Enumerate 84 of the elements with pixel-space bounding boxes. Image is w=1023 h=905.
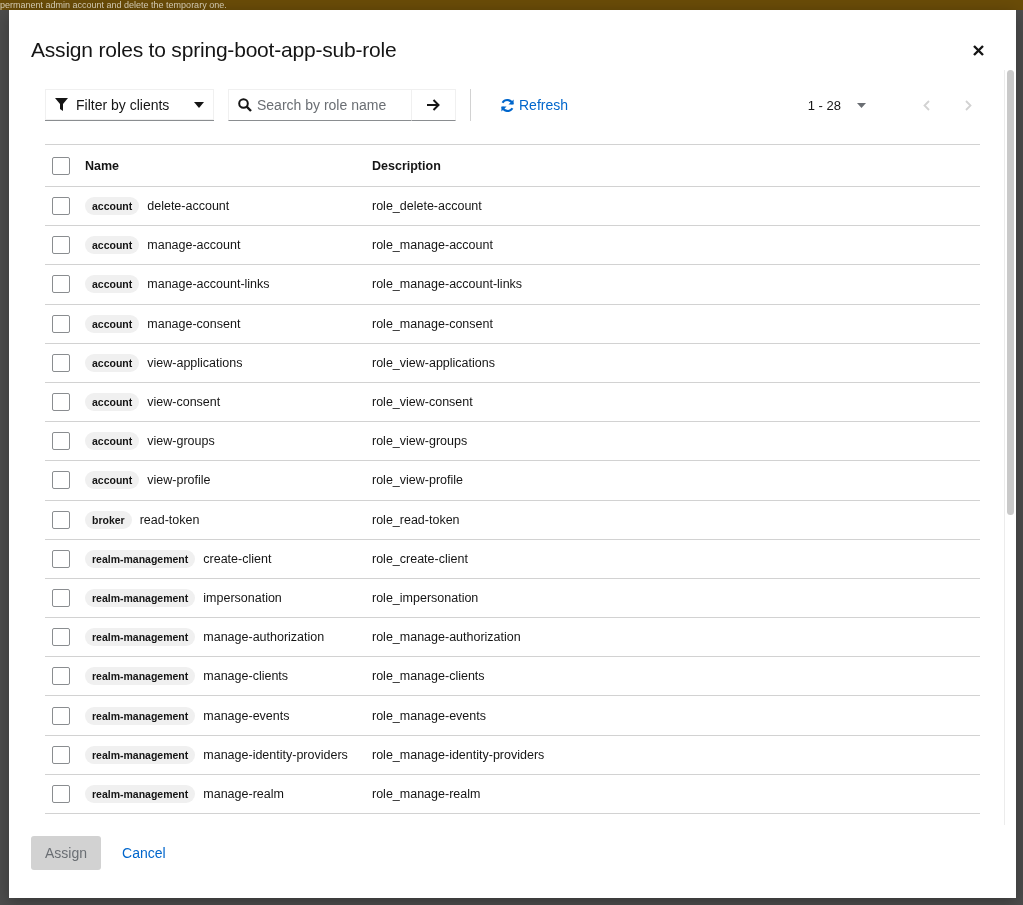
arrow-right-icon	[427, 99, 440, 111]
pagination-range-dropdown[interactable]: 1 - 28	[807, 97, 866, 113]
banner-text: permanent admin account and delete the temporary one.	[0, 0, 227, 10]
search-field[interactable]: Search by role name	[228, 89, 412, 121]
client-tag: account	[85, 314, 140, 333]
role-name: manage-events	[203, 708, 290, 723]
role-description: role_manage-consent	[372, 316, 494, 331]
client-tag: account	[85, 197, 140, 216]
role-name: manage-consent	[147, 316, 241, 331]
role-description: role_create-client	[372, 551, 469, 566]
cancel-button[interactable]: Cancel	[106, 835, 182, 870]
chevron-right-icon	[964, 99, 972, 111]
role-description: role_manage-account	[372, 238, 494, 253]
role-description: role_manage-identity-providers	[372, 747, 546, 762]
row-checkbox[interactable]	[52, 314, 70, 333]
row-checkbox[interactable]	[52, 784, 70, 803]
role-name: create-client	[203, 551, 272, 566]
refresh-icon	[500, 97, 515, 113]
role-description: role_manage-clients	[372, 669, 486, 684]
column-header[interactable]: Name	[85, 158, 372, 173]
caret-icon	[194, 101, 204, 108]
role-description: role_view-profile	[372, 473, 464, 488]
role-name: manage-identity-providers	[203, 747, 348, 762]
search-submit-button[interactable]	[412, 89, 456, 121]
role-name: manage-authorization	[203, 630, 325, 645]
role-description: role_manage-realm	[372, 786, 482, 801]
row-checkbox[interactable]	[52, 393, 70, 412]
client-tag: account	[85, 275, 140, 294]
client-tag: account	[85, 471, 140, 490]
row-checkbox[interactable]	[52, 353, 70, 372]
role-name: view-profile	[147, 473, 211, 488]
row-checkbox[interactable]	[52, 432, 70, 451]
role-name: view-consent	[147, 395, 221, 410]
close-icon	[973, 44, 984, 56]
row-checkbox[interactable]	[52, 588, 70, 607]
role-description: role_manage-events	[372, 708, 487, 723]
role-description: role_view-applications	[372, 355, 496, 370]
client-tag: realm-management	[85, 784, 196, 803]
modal-title: Assign roles to spring-boot-app-sub-role	[31, 38, 397, 62]
client-tag: realm-management	[85, 628, 196, 647]
role-name: view-groups	[147, 434, 215, 449]
role-name: delete-account	[147, 199, 230, 214]
client-tag: broker	[85, 510, 132, 529]
role-name: read-token	[139, 512, 200, 527]
role-name: view-applications	[147, 355, 243, 370]
row-checkbox[interactable]	[52, 471, 70, 490]
select-all-checkbox[interactable]	[52, 156, 70, 175]
filter-dropdown[interactable]: Filter by clients	[45, 89, 214, 121]
chevron-left-icon	[922, 99, 930, 111]
row-checkbox[interactable]	[52, 510, 70, 529]
role-name: manage-realm	[203, 786, 284, 801]
role-name: manage-account-links	[147, 277, 270, 292]
role-description: role_impersonation	[372, 590, 480, 605]
row-checkbox[interactable]	[52, 275, 70, 294]
row-checkbox[interactable]	[52, 628, 70, 647]
caret-icon	[857, 102, 866, 108]
row-checkbox[interactable]	[52, 667, 70, 686]
row-checkbox[interactable]	[52, 745, 70, 764]
client-tag: realm-management	[85, 745, 196, 764]
client-tag: account	[85, 393, 140, 412]
role-name: manage-account	[147, 238, 241, 253]
row-checkbox[interactable]	[52, 549, 70, 568]
role-description: role_view-consent	[372, 395, 474, 410]
column-header[interactable]: Description	[372, 158, 980, 173]
search-icon	[238, 98, 252, 112]
row-checkbox[interactable]	[52, 236, 70, 255]
row-checkbox[interactable]	[52, 706, 70, 725]
client-tag: account	[85, 432, 140, 451]
role-description: role_delete-account	[372, 199, 483, 214]
client-tag: realm-management	[85, 549, 196, 568]
client-tag: account	[85, 236, 140, 255]
filter-icon	[55, 98, 68, 111]
role-description: role_manage-account-links	[372, 277, 524, 292]
client-tag: realm-management	[85, 667, 196, 686]
client-tag: account	[85, 353, 140, 372]
row-checkbox[interactable]	[52, 197, 70, 216]
client-tag: realm-management	[85, 706, 196, 725]
role-description: role_manage-authorization	[372, 630, 522, 645]
role-name: manage-clients	[203, 669, 289, 684]
client-tag: realm-management	[85, 588, 196, 607]
refresh-button[interactable]: Refresh	[500, 97, 569, 113]
role-description: role_read-token	[372, 512, 461, 527]
role-name: impersonation	[203, 590, 282, 605]
role-description: role_view-groups	[372, 434, 469, 449]
